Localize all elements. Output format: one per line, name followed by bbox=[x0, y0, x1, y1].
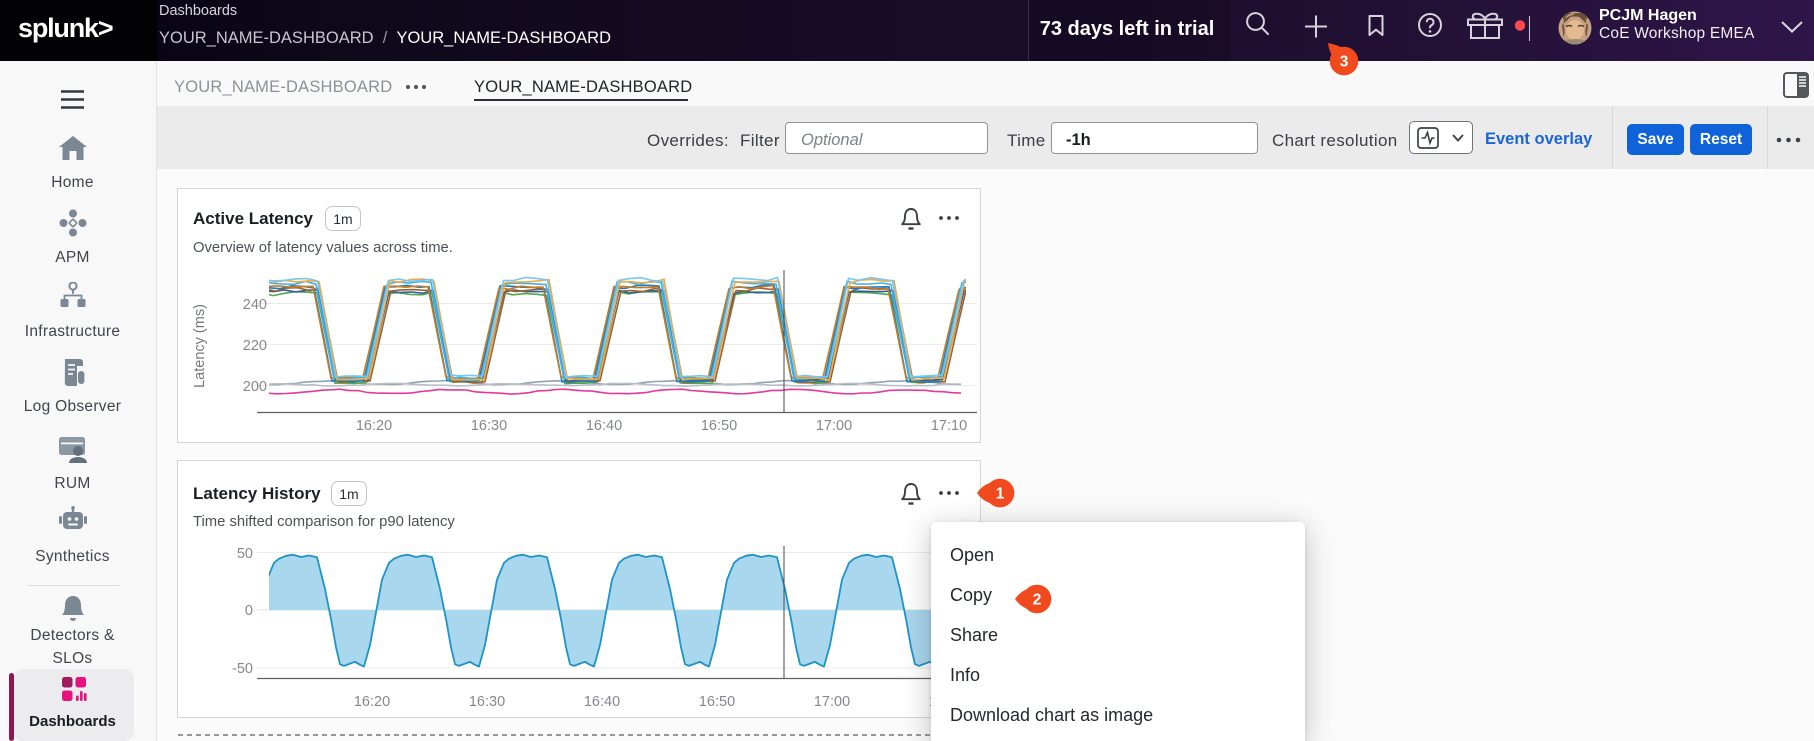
svg-text:1: 1 bbox=[996, 486, 1005, 503]
svg-text:-50: -50 bbox=[232, 661, 253, 677]
svg-text:16:30: 16:30 bbox=[469, 694, 505, 710]
svg-text:Latency (ms): Latency (ms) bbox=[192, 304, 208, 388]
svg-text:220: 220 bbox=[243, 338, 267, 354]
svg-text:16:40: 16:40 bbox=[584, 694, 620, 710]
svg-text:16:50: 16:50 bbox=[699, 694, 735, 710]
svg-text:16:20: 16:20 bbox=[354, 694, 390, 710]
svg-text:16:30: 16:30 bbox=[471, 418, 507, 434]
svg-text:16:50: 16:50 bbox=[701, 418, 737, 434]
svg-text:16:40: 16:40 bbox=[586, 418, 622, 434]
svg-text:17:00: 17:00 bbox=[814, 694, 850, 710]
svg-text:240: 240 bbox=[243, 297, 267, 313]
svg-text:2: 2 bbox=[1033, 592, 1042, 609]
svg-text:17:10: 17:10 bbox=[931, 418, 967, 434]
svg-text:200: 200 bbox=[243, 379, 267, 395]
svg-text:50: 50 bbox=[237, 546, 253, 562]
svg-text:17:00: 17:00 bbox=[816, 418, 852, 434]
svg-text:0: 0 bbox=[245, 603, 253, 619]
svg-text:16:20: 16:20 bbox=[356, 418, 392, 434]
svg-text:3: 3 bbox=[1340, 54, 1349, 71]
